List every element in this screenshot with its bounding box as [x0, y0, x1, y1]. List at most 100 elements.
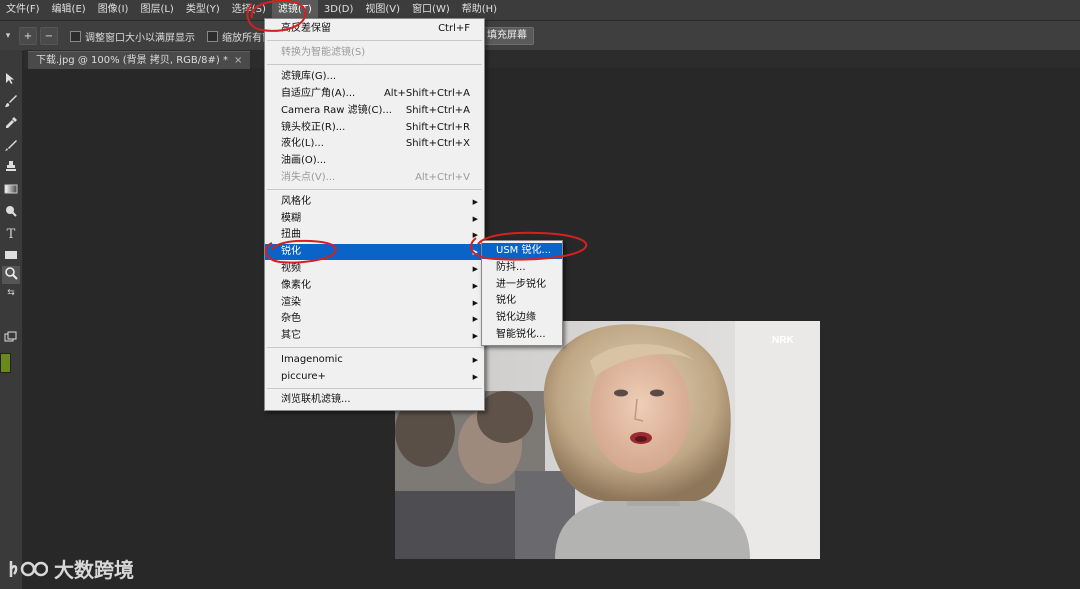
menu-item-filter-gallery[interactable]: 滤镜库(G)... [265, 69, 484, 85]
menu-item-video[interactable]: 视频 ▶ [265, 261, 484, 277]
menu-item-convert-smart-filter: 转换为智能滤镜(S) [265, 45, 484, 61]
menu-item-label: 扭曲 [281, 229, 301, 240]
menu-separator [267, 64, 482, 65]
menu-item-label: 滤镜库(G)... [281, 71, 337, 82]
tools-panel: T ⇆ [0, 50, 23, 589]
menu-separator [267, 189, 482, 190]
menu-separator [267, 347, 482, 348]
submenu-item-smart-sharpen[interactable]: 智能锐化... [482, 327, 562, 343]
move-tool-icon[interactable] [2, 72, 20, 90]
menu-item-stylize[interactable]: 风格化 ▶ [265, 194, 484, 210]
menu-item-lens-correction[interactable]: 镜头校正(R)... Shift+Ctrl+R [265, 120, 484, 136]
type-tool-icon[interactable]: T [2, 226, 20, 244]
brush-tool-icon[interactable] [2, 94, 20, 112]
submenu-item-sharpen-edges[interactable]: 锐化边缘 [482, 310, 562, 326]
menu-image[interactable]: 图像(I) [92, 0, 135, 20]
menu-item-label: piccure+ [281, 371, 326, 382]
checkbox-box[interactable] [70, 30, 81, 42]
submenu-arrow-icon: ▶ [472, 282, 478, 290]
menu-item-label: 风格化 [281, 196, 311, 207]
menu-item-imagenomic[interactable]: Imagenomic ▶ [265, 352, 484, 368]
document-tab[interactable]: 下载.jpg @ 100% (背景 拷贝, RGB/8#) * × [28, 51, 251, 69]
menu-item-label: 视频 [281, 263, 301, 274]
menu-item-label: 杂色 [281, 313, 301, 324]
menu-item-adaptive-wide-angle[interactable]: 自适应广角(A)... Alt+Shift+Ctrl+A [265, 86, 484, 102]
menu-item-shortcut: Shift+Ctrl+R [405, 122, 470, 133]
menu-item-oil-paint[interactable]: 油画(O)... [265, 153, 484, 169]
menu-edit[interactable]: 编辑(E) [46, 0, 92, 20]
menu-layer[interactable]: 图层(L) [134, 0, 179, 20]
submenu-arrow-icon: ▶ [472, 198, 478, 206]
menu-item-label: 高反差保留 [281, 23, 331, 34]
menu-item-distort[interactable]: 扭曲 ▶ [265, 227, 484, 243]
gradient-tool-icon[interactable] [2, 182, 20, 200]
dodge-tool-icon[interactable] [2, 204, 20, 222]
menu-item-camera-raw[interactable]: Camera Raw 滤镜(C)... Shift+Ctrl+A [265, 103, 484, 119]
menu-filter[interactable]: 滤镜(T) [271, 0, 318, 20]
tool-preset-chevron-icon[interactable]: ▾ [0, 31, 16, 41]
submenu-arrow-icon: ▶ [472, 332, 478, 340]
menu-item-shortcut: Shift+Ctrl+A [405, 105, 470, 116]
menu-type[interactable]: 类型(Y) [180, 0, 226, 20]
zoom-tool-icon[interactable] [2, 266, 20, 284]
sharpen-submenu: USM 锐化... 防抖... 进一步锐化 锐化 锐化边缘 智能锐化... [481, 240, 563, 346]
menu-select[interactable]: 选择(S) [226, 0, 272, 20]
fill-screen-button[interactable]: 填充屏幕 [480, 27, 534, 45]
clone-stamp-icon[interactable] [2, 160, 20, 178]
menu-item-label: 像素化 [281, 280, 311, 291]
submenu-arrow-icon: ▶ [472, 231, 478, 239]
menu-item-label: 油画(O)... [281, 155, 327, 166]
menu-item-blur[interactable]: 模糊 ▶ [265, 211, 484, 227]
submenu-arrow-icon: ▶ [472, 265, 478, 273]
menu-item-label: 消失点(V)... [281, 172, 336, 183]
menu-item-browse-online-filters[interactable]: 浏览联机滤镜... [265, 392, 484, 408]
resize-windows-checkbox[interactable]: 调整窗口大小以满屏显示 [70, 29, 195, 44]
zoom-all-windows-checkbox[interactable]: 缩放所有窗 [207, 29, 272, 44]
menu-item-shortcut: Ctrl+F [438, 23, 470, 34]
eyedropper-icon[interactable] [2, 116, 20, 134]
rectangle-tool-icon[interactable] [2, 248, 20, 266]
menu-item-render[interactable]: 渲染 ▶ [265, 295, 484, 311]
menu-item-piccure[interactable]: piccure+ ▶ [265, 369, 484, 385]
menu-item-last-filter[interactable]: 高反差保留 Ctrl+F [265, 21, 484, 37]
menu-item-shortcut: Alt+Shift+Ctrl+A [383, 88, 470, 99]
zoom-out-icon[interactable]: − [40, 27, 58, 45]
options-bar: ▾ + − 调整窗口大小以满屏显示 缩放所有窗 填充屏幕 [0, 20, 1080, 52]
submenu-item-sharpen-more[interactable]: 进一步锐化 [482, 277, 562, 293]
menu-item-shortcut: Alt+Ctrl+V [415, 172, 470, 183]
checkbox-label: 调整窗口大小以满屏显示 [85, 32, 195, 44]
menu-file[interactable]: 文件(F) [0, 0, 46, 20]
menu-item-sharpen[interactable]: 锐化 ▶ [265, 244, 484, 260]
foreground-color-swatch[interactable] [0, 353, 11, 373]
menu-item-label: 浏览联机滤镜... [281, 394, 351, 405]
close-icon[interactable]: × [234, 55, 242, 66]
menu-help[interactable]: 帮助(H) [456, 0, 503, 20]
watermark-logo-icon [9, 560, 48, 577]
menu-item-label: 渲染 [281, 297, 301, 308]
menu-item-other[interactable]: 其它 ▶ [265, 328, 484, 344]
submenu-item-usm-sharpen[interactable]: USM 锐化... [482, 243, 562, 259]
filter-menu-dropdown: 高反差保留 Ctrl+F 转换为智能滤镜(S) 滤镜库(G)... 自适应广角(… [264, 18, 485, 411]
submenu-arrow-icon: ▶ [472, 373, 478, 381]
nrk-logo-badge: NRK [772, 335, 794, 346]
healing-brush-icon[interactable] [2, 138, 20, 156]
checkbox-box[interactable] [207, 30, 218, 42]
menu-item-shortcut: Shift+Ctrl+X [405, 138, 470, 149]
document-tab-bar: 下载.jpg @ 100% (背景 拷贝, RGB/8#) * × [24, 50, 1080, 69]
submenu-item-sharpen[interactable]: 锐化 [482, 293, 562, 309]
menu-window[interactable]: 窗口(W) [406, 0, 456, 20]
submenu-arrow-icon: ▶ [472, 215, 478, 223]
submenu-item-shake-reduction[interactable]: 防抖... [482, 260, 562, 276]
menu-item-pixelate[interactable]: 像素化 ▶ [265, 278, 484, 294]
menu-item-noise[interactable]: 杂色 ▶ [265, 311, 484, 327]
screen-mode-icon[interactable] [2, 330, 20, 348]
menu-separator [267, 40, 482, 41]
zoom-in-icon[interactable]: + [19, 27, 37, 45]
menu-item-label: Imagenomic [281, 354, 343, 365]
watermark-text: 大数跨境 [54, 558, 134, 582]
menu-view[interactable]: 视图(V) [359, 0, 406, 20]
menu-item-label: 防抖... [496, 262, 526, 273]
swap-colors-icon[interactable]: ⇆ [2, 284, 20, 302]
menu-item-liquify[interactable]: 液化(L)... Shift+Ctrl+X [265, 136, 484, 152]
menu-3d[interactable]: 3D(D) [318, 0, 360, 20]
